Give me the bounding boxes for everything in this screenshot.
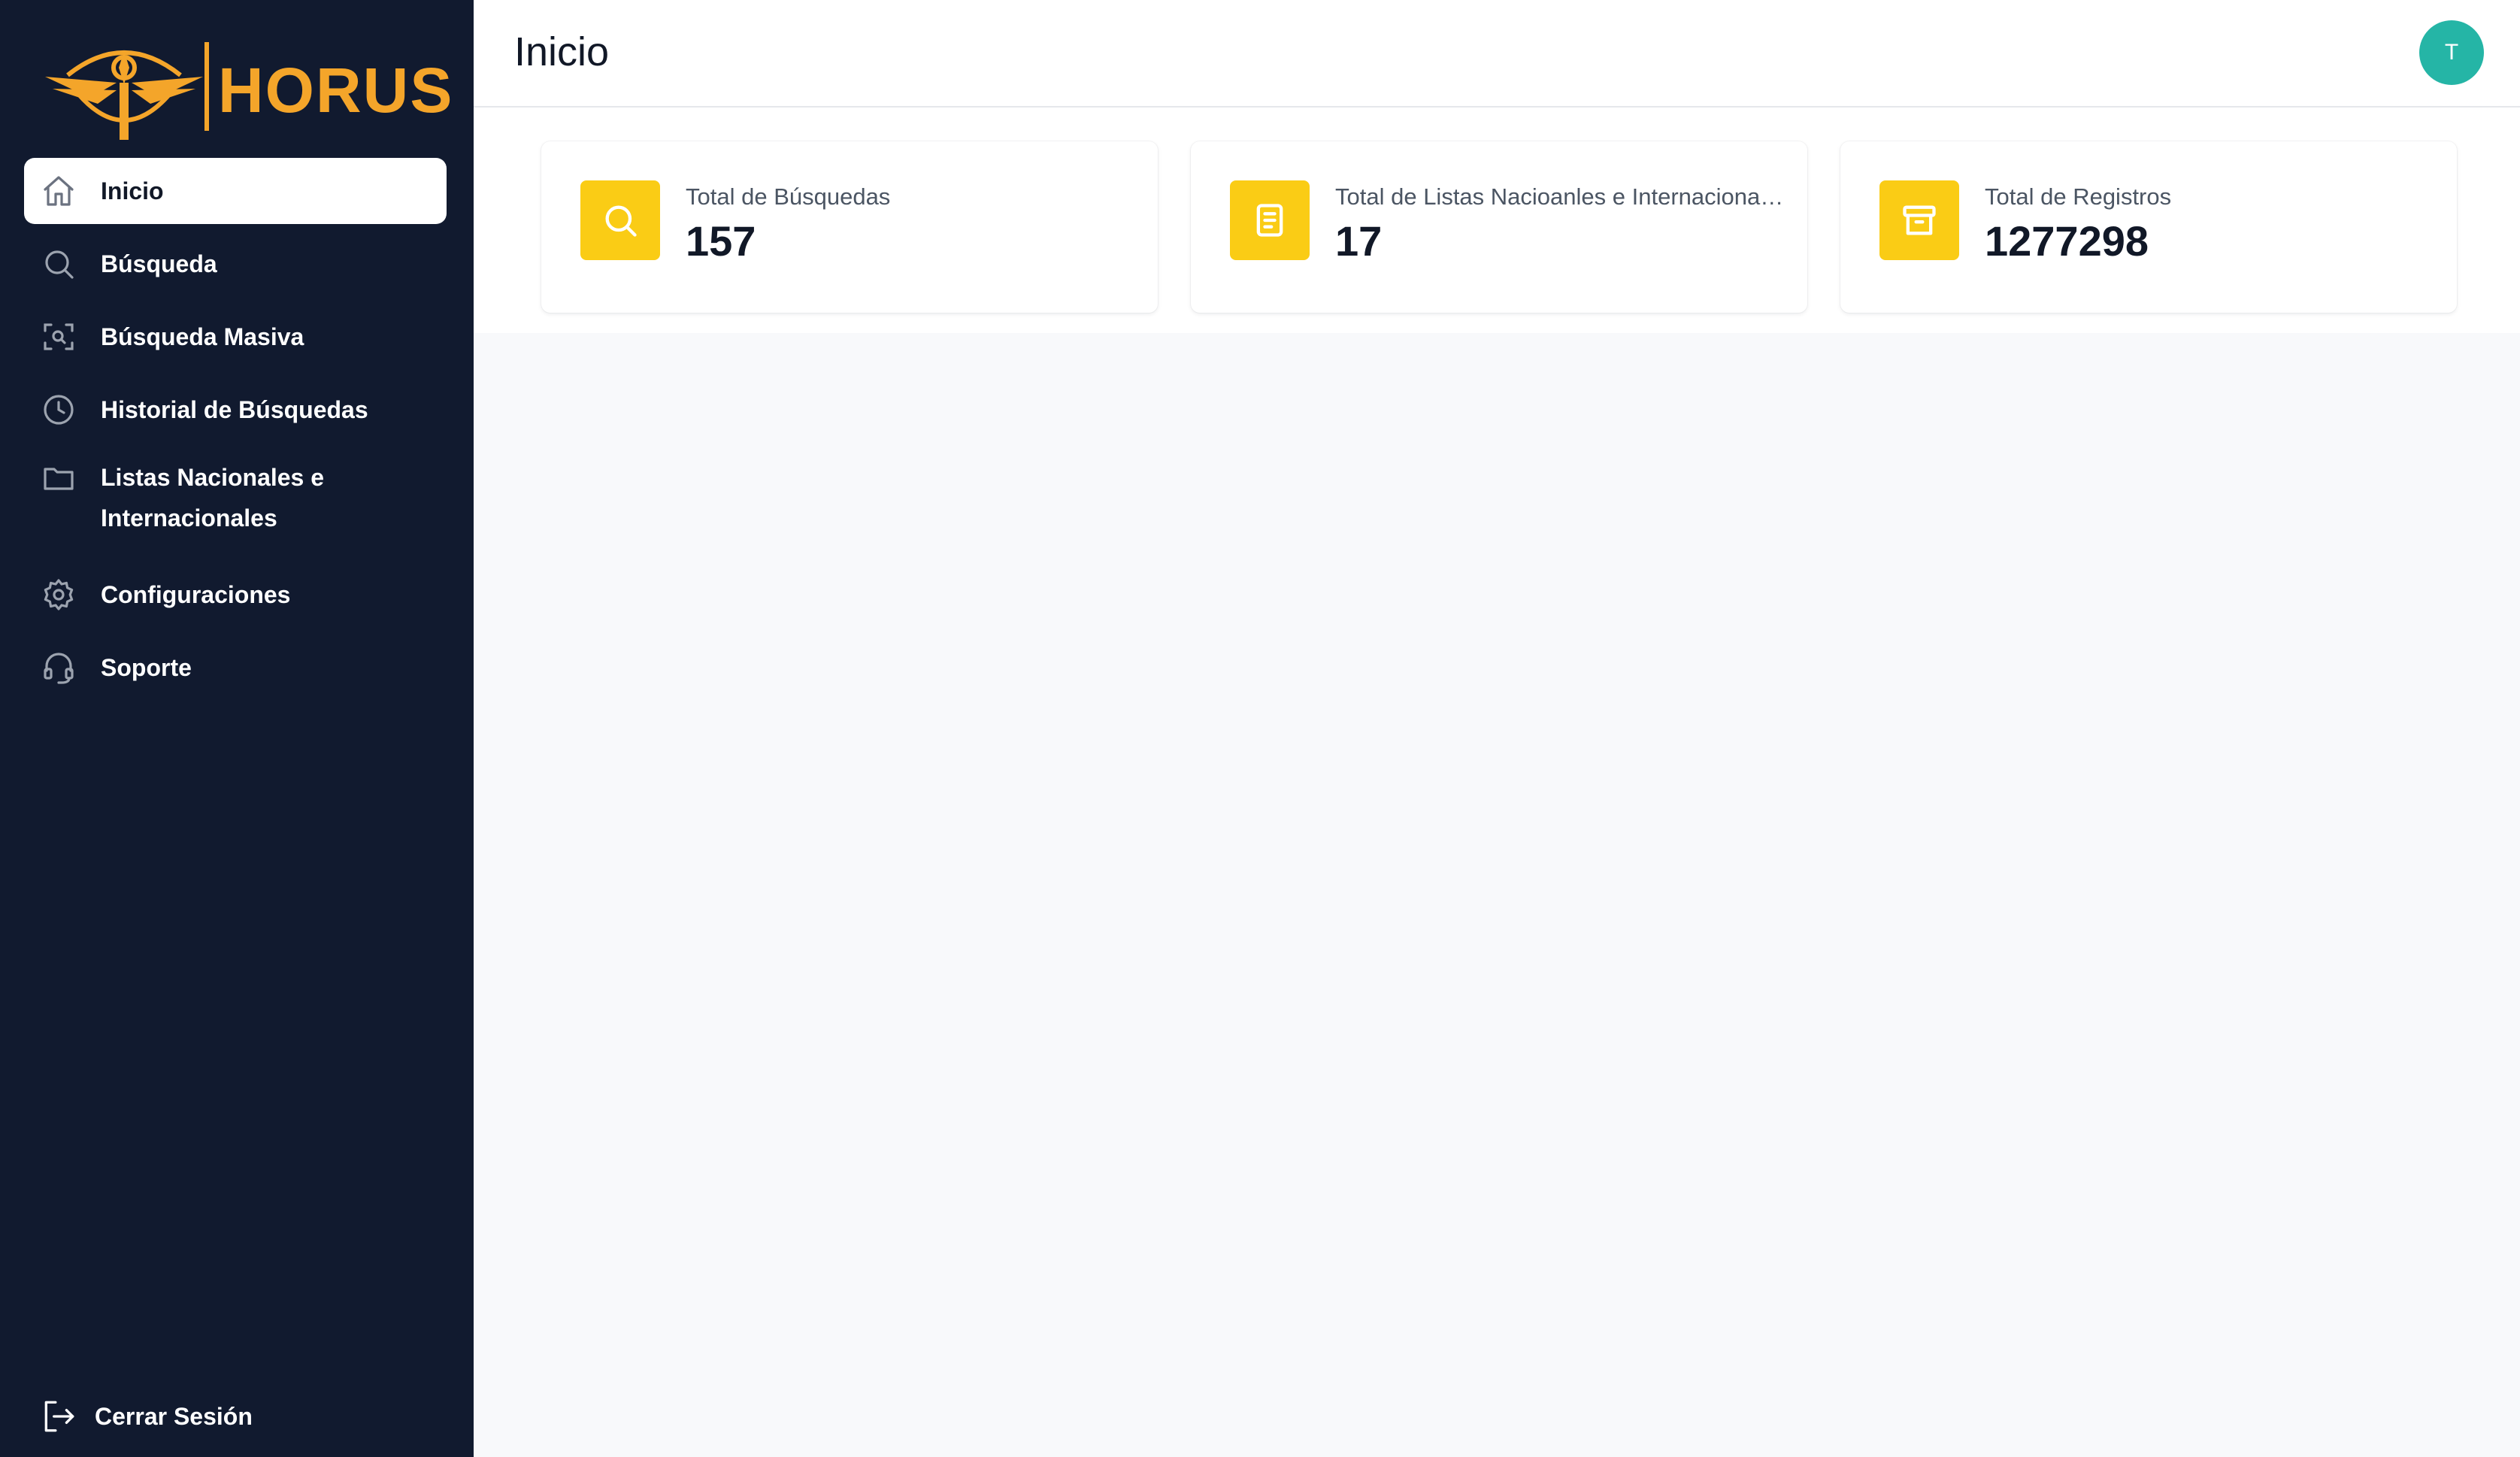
sidebar-item-label: Búsqueda Masiva xyxy=(101,323,304,350)
folder-icon xyxy=(38,457,80,499)
logo-divider xyxy=(204,42,209,131)
sidebar: HORUS Inicio Búsqueda Búsqueda Masiva Hi… xyxy=(0,0,474,1457)
stat-value: 17 xyxy=(1335,217,1383,265)
stat-card-listas: Total de Listas Nacioanles e Internacion… xyxy=(1191,141,1807,313)
headset-icon xyxy=(38,647,80,689)
brand-name: HORUS xyxy=(218,55,454,126)
search-icon xyxy=(580,180,660,260)
stat-card-registros: Total de Registros 1277298 xyxy=(1840,141,2457,313)
sidebar-item-label: Listas Nacionales e Internacionales xyxy=(101,464,325,532)
sidebar-item-busqueda-masiva[interactable]: Búsqueda Masiva xyxy=(24,304,447,370)
clock-icon xyxy=(38,389,80,431)
sidebar-item-historial[interactable]: Historial de Búsquedas xyxy=(24,377,447,443)
sidebar-item-configuraciones[interactable]: Configuraciones xyxy=(24,562,447,628)
sidebar-item-inicio[interactable]: Inicio xyxy=(24,158,447,224)
sidebar-item-label: Soporte xyxy=(101,654,192,681)
search-icon xyxy=(38,243,80,285)
sidebar-item-label: Historial de Búsquedas xyxy=(101,396,368,423)
page-title: Inicio xyxy=(514,29,610,74)
document-icon xyxy=(1230,180,1310,260)
stat-card-busquedas: Total de Búsquedas 157 xyxy=(541,141,1158,313)
stat-label: Total de Listas Nacioanles e Internacion… xyxy=(1335,183,1786,210)
horus-emblem-icon xyxy=(45,50,203,140)
sidebar-nav: Inicio Búsqueda Búsqueda Masiva Historia… xyxy=(24,158,447,707)
sidebar-item-label: Configuraciones xyxy=(101,581,291,608)
stat-value: 1277298 xyxy=(1985,217,2149,265)
logout-label: Cerrar Sesión xyxy=(95,1403,253,1430)
archive-icon xyxy=(1879,180,1959,260)
stat-label: Total de Búsquedas xyxy=(686,183,891,210)
sidebar-item-listas[interactable]: Listas Nacionales e Internacionales xyxy=(24,450,447,555)
gear-icon xyxy=(38,574,80,616)
home-icon xyxy=(38,170,80,212)
sidebar-item-label: Búsqueda xyxy=(101,250,217,277)
stat-label: Total de Registros xyxy=(1985,183,2172,210)
sidebar-item-soporte[interactable]: Soporte xyxy=(24,635,447,701)
logout-button[interactable]: Cerrar Sesión xyxy=(38,1395,253,1437)
sidebar-item-label: Inicio xyxy=(101,177,164,204)
sidebar-item-busqueda[interactable]: Búsqueda xyxy=(24,231,447,297)
horus-logo[interactable]: HORUS xyxy=(45,30,452,143)
avatar[interactable]: T xyxy=(2419,20,2484,85)
scan-search-icon xyxy=(38,316,80,358)
top-header: Inicio T xyxy=(474,0,2520,108)
logout-icon xyxy=(38,1395,80,1437)
stat-value: 157 xyxy=(686,217,756,265)
